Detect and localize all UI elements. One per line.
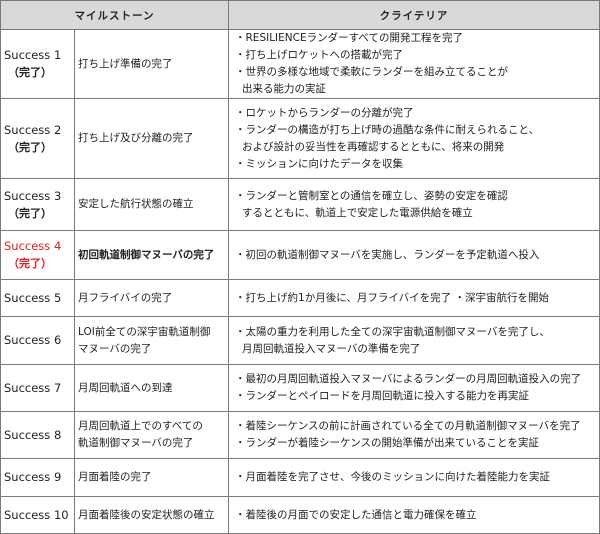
- table-row: Success 8 月周回軌道上でのすべての 軌道制御マヌーバの完了 ・着陸シーケンス…: [0, 411, 600, 459]
- status-badge: （完了）: [8, 66, 52, 79]
- milestone-id-cell: Success 8: [0, 411, 75, 459]
- milestone-name-line: 安定した航行状態の確立: [78, 198, 194, 210]
- table-row: Success 7 月周回軌道への到達 ・最初の月周回軌道投入マヌーバによるランダー…: [0, 364, 600, 412]
- milestone-id: Success 5: [4, 290, 62, 305]
- milestone-id-cell: Success 6: [0, 316, 75, 365]
- milestone-id: Success 4: [4, 239, 62, 253]
- milestone-name-cell: 月フライバイの完了: [73, 279, 230, 317]
- milestone-name-line: LOI前全ての深宇宙軌道制御: [78, 325, 211, 338]
- table-row: Success 3 （完了） 安定した航行状態の確立 ・ランダーと管制室との通信を確立…: [0, 178, 600, 231]
- criteria-line: ・最初の月周回軌道投入マヌーバによるランダーの月周回軌道投入の完了: [235, 373, 582, 385]
- milestone-name-line: マヌーバの完了: [78, 342, 152, 355]
- milestone-name-line: 打ち上げ準備の完了: [78, 57, 173, 70]
- milestone-name-cell: 月周回軌道上でのすべての 軌道制御マヌーバの完了: [73, 411, 230, 459]
- milestone-name-line: 月周回軌道への到達: [78, 381, 173, 394]
- milestone-id-cell: Success 3 （完了）: [0, 178, 75, 231]
- criteria-line: ・ミッションに向けたデータを収集: [235, 157, 404, 170]
- criteria-cell: ・太陽の重力を利用した全ての深宇宙軌道制御マヌーバを完了し、月周回軌道投入マヌー…: [228, 316, 600, 365]
- milestone-id: Success 3: [4, 188, 62, 203]
- milestone-name-cell: 月面着陸の完了: [73, 458, 230, 497]
- criteria-cell: ・ロケットからランダーの分離が完了・ランダーの構造が打ち上げ時の過酷な条件に耐え…: [228, 98, 600, 179]
- table-row: Success 9 月面着陸の完了 ・月面着陸を完了させ、今後のミッションに向けた着…: [0, 458, 600, 497]
- milestone-id: Success 2: [4, 122, 62, 137]
- milestone-id-cell: Success 7: [0, 364, 75, 412]
- criteria-cell: ・RESILIENCEランダーすべての開発工程を完了 ・打ち上げロケットへの搭載が…: [228, 29, 600, 99]
- milestone-id: Success 6: [4, 333, 62, 347]
- header-milestone: マイルストーン: [0, 0, 230, 30]
- milestone-criteria-table: マイルストーン クライテリア Success 1 （完了） 打ち上げ準備の完了 ・RE…: [0, 0, 600, 534]
- criteria-line: ・打ち上げロケットへの搭載が完了: [235, 49, 404, 61]
- milestone-id-cell: Success 2 （完了）: [0, 98, 75, 179]
- milestone-id: Success 1: [4, 48, 62, 62]
- milestone-id: Success 9: [4, 470, 62, 484]
- milestone-name-cell: 安定した航行状態の確立: [73, 178, 230, 231]
- criteria-line: ・RESILIENCEランダーすべての開発工程を完了: [235, 32, 463, 44]
- milestone-name-line: 月フライバイの完了: [78, 291, 173, 304]
- criteria-line: ・ロケットからランダーの分離が完了: [235, 106, 414, 119]
- criteria-line: するとともに、軌道上で安定した電源供給を確立: [242, 206, 473, 219]
- table-body: Success 1 （完了） 打ち上げ準備の完了 ・RESILIENCEランダーすべて…: [0, 29, 600, 534]
- criteria-line: ・初回の軌道制御マヌーバを実施し、ランダーを予定軌道へ投入: [235, 248, 540, 261]
- criteria-line: ・世界の多様な地域で柔軟にランダーを組み立てることが: [235, 66, 509, 78]
- criteria-cell: ・着陸シーケンスの前に計画されている全ての月軌道制御マヌーバを完了 ・ランダーが着…: [228, 411, 600, 459]
- table-row: Success 2 （完了） 打ち上げ及び分離の完了 ・ロケットからランダーの分離が完…: [0, 98, 600, 179]
- criteria-line: ・ランダーの構造が打ち上げ時の過酷な条件に耐えられること、: [235, 123, 540, 136]
- milestone-name-cell: 初回軌道制御マヌーバの完了: [73, 230, 230, 280]
- milestone-name-cell: 月面着陸後の安定状態の確立: [73, 496, 230, 534]
- header-row: マイルストーン クライテリア: [0, 0, 600, 30]
- criteria-cell: ・初回の軌道制御マヌーバを実施し、ランダーを予定軌道へ投入: [228, 230, 600, 280]
- status-badge: （完了）: [8, 140, 52, 154]
- table-row: Success 6 LOI前全ての深宇宙軌道制御 マヌーバの完了 ・太陽の重力を利用し…: [0, 316, 600, 365]
- table-row: Success 5 月フライバイの完了 ・打ち上げ約1か月後に、月フライバイを完了 …: [0, 279, 600, 317]
- milestone-id: Success 8: [4, 427, 62, 442]
- milestone-id: Success 10: [4, 507, 69, 522]
- criteria-cell: ・着陸後の月面での安定した通信と電力確保を確立: [228, 496, 600, 534]
- milestone-id: Success 7: [4, 380, 62, 395]
- milestone-name-line: 打ち上げ及び分離の完了: [78, 132, 194, 144]
- criteria-cell: ・月面着陸を完了させ、今後のミッションに向けた着陸能力を実証: [228, 458, 600, 497]
- criteria-line: ・月面着陸を完了させ、今後のミッションに向けた着陸能力を実証: [235, 471, 551, 483]
- milestone-name-line: 軌道制御マヌーバの完了: [78, 437, 194, 449]
- milestone-name-line: 初回軌道制御マヌーバの完了: [78, 248, 215, 261]
- milestone-id-cell: Success 9: [0, 458, 75, 497]
- milestone-name-cell: 打ち上げ準備の完了: [73, 29, 230, 99]
- milestone-name-cell: 月周回軌道への到達: [73, 364, 230, 412]
- milestone-name-cell: LOI前全ての深宇宙軌道制御 マヌーバの完了: [73, 316, 230, 365]
- criteria-line: ・太陽の重力を利用した全ての深宇宙軌道制御マヌーバを完了し、: [235, 325, 550, 338]
- criteria-line: および設計の妥当性を再確認するとともに、将来の開発: [242, 140, 505, 153]
- table-row: Success 4 （完了） 初回軌道制御マヌーバの完了 ・初回の軌道制御マヌーバを実…: [0, 230, 600, 280]
- table-row: Success 10 月面着陸後の安定状態の確立 ・着陸後の月面での安定した通信と電…: [0, 496, 600, 534]
- milestone-name-line: 月面着陸後の安定状態の確立: [78, 508, 215, 521]
- status-badge: （完了）: [8, 257, 52, 270]
- table-row: Success 1 （完了） 打ち上げ準備の完了 ・RESILIENCEランダーすべて…: [0, 29, 600, 99]
- milestone-id-cell: Success 4 （完了）: [0, 230, 75, 280]
- milestone-name-line: 月面着陸の完了: [78, 471, 152, 483]
- milestone-id-cell: Success 10: [0, 496, 75, 534]
- milestone-name-line: 月周回軌道上でのすべての: [78, 420, 203, 432]
- criteria-line: 出来る能力の実証: [242, 83, 327, 95]
- milestone-id-cell: Success 1 （完了）: [0, 29, 75, 99]
- status-badge: （完了）: [8, 206, 52, 220]
- criteria-line: 月周回軌道投入マヌーバの準備を完了: [242, 342, 421, 355]
- header-criteria: クライテリア: [228, 0, 600, 30]
- criteria-line: ・ランダーとペイロードを月周回軌道に投入する能力を再実証: [235, 390, 530, 402]
- criteria-cell: ・ランダーと管制室との通信を確立し、姿勢の安定を確認するとともに、軌道上で安定し…: [228, 178, 600, 231]
- criteria-line: ・着陸後の月面での安定した通信と電力確保を確立: [235, 508, 477, 521]
- milestone-name-cell: 打ち上げ及び分離の完了: [73, 98, 230, 179]
- milestone-id-cell: Success 5: [0, 279, 75, 317]
- criteria-line: ・着陸シーケンスの前に計画されている全ての月軌道制御マヌーバを完了: [235, 420, 581, 432]
- criteria-cell: ・打ち上げ約1か月後に、月フライバイを完了 ・深宇宙航行を開始: [228, 279, 600, 317]
- criteria-line: ・ランダーと管制室との通信を確立し、姿勢の安定を確認: [235, 189, 508, 202]
- criteria-line: ・打ち上げ約1か月後に、月フライバイを完了 ・深宇宙航行を開始: [235, 291, 550, 304]
- criteria-cell: ・最初の月周回軌道投入マヌーバによるランダーの月周回軌道投入の完了 ・ランダーとペ…: [228, 364, 600, 412]
- criteria-line: ・ランダーが着陸シーケンスの開始準備が出来ていることを実証: [235, 437, 539, 449]
